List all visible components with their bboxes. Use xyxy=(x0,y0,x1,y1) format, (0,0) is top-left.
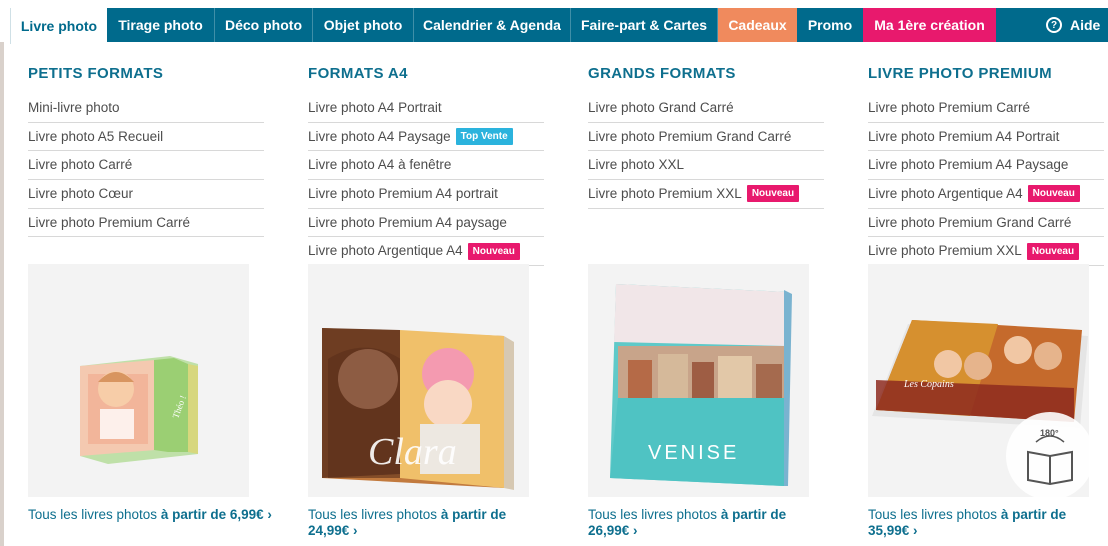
book-illustration: Théo ! xyxy=(80,356,198,464)
menu-item-premium-xxl[interactable]: Livre photo Premium XXL Nouveau xyxy=(588,180,824,209)
svg-text:VENISE: VENISE xyxy=(648,442,739,464)
price-link-grands-formats[interactable]: Tous les livres photos à partir de 26,99… xyxy=(588,507,818,539)
menu-item-livre-photo-a5-recueil[interactable]: Livre photo A5 Recueil xyxy=(28,123,264,152)
tab-promo[interactable]: Promo xyxy=(797,8,863,42)
tab-tirage-photo[interactable]: Tirage photo xyxy=(107,8,215,42)
column-livre-photo-premium: LIVRE PHOTO PREMIUM Livre photo Premium … xyxy=(868,62,1104,267)
column-title[interactable]: GRANDS FORMATS xyxy=(588,62,824,86)
column-formats-a4: FORMATS A4 Livre photo A4 Portrait Livre… xyxy=(308,62,544,267)
formats-a4-preview[interactable]: Clara xyxy=(308,264,529,497)
premium-preview[interactable]: Les Copains 180° xyxy=(868,264,1089,497)
nav-bar: Livre photo Tirage photo Déco photo Obje… xyxy=(10,8,1108,44)
menu-item-premium-xxl[interactable]: Livre photo Premium XXL Nouveau xyxy=(868,237,1104,267)
rotation-label: 180° xyxy=(1040,428,1059,438)
menu-item-premium-grand-carre[interactable]: Livre photo Premium Grand Carré xyxy=(868,209,1104,238)
tab-ma-1ere-creation[interactable]: Ma 1ère création xyxy=(863,8,996,42)
menu-item-premium-a4-portrait[interactable]: Livre photo Premium A4 portrait xyxy=(308,180,544,209)
column-petits-formats: PETITS FORMATS Mini-livre photo Livre ph… xyxy=(28,62,264,238)
menu-item-mini-livre-photo[interactable]: Mini-livre photo xyxy=(28,94,264,123)
menu-item-premium-a4-paysage[interactable]: Livre photo Premium A4 paysage xyxy=(308,209,544,238)
nouveau-badge: Nouveau xyxy=(467,242,520,260)
menu-item-a4-paysage[interactable]: Livre photo A4 Paysage Top Vente xyxy=(308,123,544,152)
tab-faire-part-cartes[interactable]: Faire-part & Cartes xyxy=(571,8,718,42)
nouveau-badge: Nouveau xyxy=(1027,185,1080,203)
menu-item-premium-a4-paysage[interactable]: Livre photo Premium A4 Paysage xyxy=(868,151,1104,181)
menu-item-grand-carre[interactable]: Livre photo Grand Carré xyxy=(588,94,824,123)
svg-text:Clara: Clara xyxy=(368,431,457,473)
price-link-petits-formats[interactable]: Tous les livres photos à partir de 6,99€… xyxy=(28,507,288,523)
menu-item-a4-fenetre[interactable]: Livre photo A4 à fenêtre xyxy=(308,151,544,181)
column-grands-formats: GRANDS FORMATS Livre photo Grand Carré L… xyxy=(588,62,824,209)
tab-deco-photo[interactable]: Déco photo xyxy=(215,8,313,42)
menu-item-argentique-a4[interactable]: Livre photo Argentique A4 Nouveau xyxy=(868,180,1104,209)
menu-item-a4-portrait[interactable]: Livre photo A4 Portrait xyxy=(308,94,544,123)
left-page-edge xyxy=(0,42,4,546)
svg-text:Les Copains: Les Copains xyxy=(903,379,954,390)
menu-item-livre-photo-carre[interactable]: Livre photo Carré xyxy=(28,151,264,181)
tab-cadeaux[interactable]: Cadeaux xyxy=(718,8,797,42)
main-nav: Livre photo Tirage photo Déco photo Obje… xyxy=(0,0,1108,44)
book-illustration: Les Copains 180° xyxy=(872,320,1089,497)
menu-item-livre-photo-coeur[interactable]: Livre photo Cœur xyxy=(28,180,264,209)
help-icon: ? xyxy=(1046,17,1062,33)
menu-item-premium-carre[interactable]: Livre photo Premium Carré xyxy=(868,94,1104,123)
tab-calendrier-agenda[interactable]: Calendrier & Agenda xyxy=(414,8,571,42)
aide-label: Aide xyxy=(1070,17,1101,33)
price-link-premium[interactable]: Tous les livres photos à partir de 35,99… xyxy=(868,507,1098,539)
nouveau-badge: Nouveau xyxy=(1026,242,1080,260)
book-illustration: VENISE xyxy=(610,284,792,486)
column-title[interactable]: LIVRE PHOTO PREMIUM xyxy=(868,62,1104,86)
tab-aide[interactable]: ? Aide xyxy=(1036,8,1108,42)
price-link-formats-a4[interactable]: Tous les livres photos à partir de 24,99… xyxy=(308,507,538,539)
column-title[interactable]: PETITS FORMATS xyxy=(28,62,264,86)
menu-item-xxl[interactable]: Livre photo XXL xyxy=(588,151,824,181)
nouveau-badge: Nouveau xyxy=(746,185,800,203)
top-vente-badge: Top Vente xyxy=(455,128,513,146)
menu-item-argentique-a4[interactable]: Livre photo Argentique A4 Nouveau xyxy=(308,237,544,267)
column-title[interactable]: FORMATS A4 xyxy=(308,62,544,86)
menu-item-premium-a4-portrait[interactable]: Livre photo Premium A4 Portrait xyxy=(868,123,1104,152)
menu-item-premium-grand-carre[interactable]: Livre photo Premium Grand Carré xyxy=(588,123,824,152)
book-illustration: Clara xyxy=(322,328,514,490)
petits-formats-preview[interactable]: Théo ! xyxy=(28,264,249,497)
tab-livre-photo[interactable]: Livre photo xyxy=(10,8,107,44)
menu-item-livre-photo-premium-carre[interactable]: Livre photo Premium Carré xyxy=(28,209,264,238)
tab-objet-photo[interactable]: Objet photo xyxy=(313,8,414,42)
grands-formats-preview[interactable]: VENISE xyxy=(588,264,809,497)
